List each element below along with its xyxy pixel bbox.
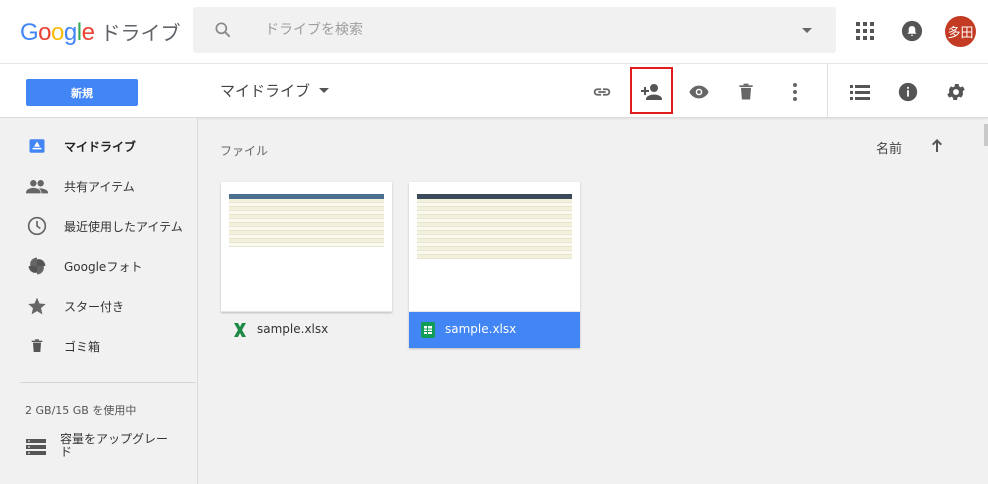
spreadsheet-preview	[229, 194, 384, 247]
google-sheets-icon	[421, 322, 435, 338]
top-header: Google ドライブ 多田	[0, 0, 988, 63]
google-drive-logo[interactable]: Google ドライブ	[20, 17, 180, 47]
search-input[interactable]	[265, 19, 765, 41]
sidebar-item-trash[interactable]: ゴミ箱	[0, 326, 198, 366]
storage-icon	[26, 438, 46, 460]
file-card[interactable]: sample.xlsx	[221, 182, 392, 348]
breadcrumb[interactable]: マイドライブ	[220, 80, 330, 101]
sidebar-item-label: 最近使用したアイテム	[64, 219, 183, 234]
toolbar-divider	[827, 64, 828, 117]
sidebar-item-label: 共有アイテム	[64, 179, 135, 194]
spreadsheet-preview	[417, 194, 572, 259]
upgrade-storage-link[interactable]: 容量をアップグレード	[0, 428, 198, 468]
excel-file-icon	[234, 323, 246, 337]
account-avatar[interactable]: 多田	[945, 16, 976, 47]
more-vert-icon[interactable]	[783, 80, 807, 104]
file-name: sample.xlsx	[445, 322, 517, 336]
sidebar-item-label: スター付き	[64, 299, 125, 314]
section-heading: ファイル	[220, 144, 269, 158]
list-view-icon[interactable]	[848, 80, 872, 104]
add-person-icon[interactable]	[639, 80, 663, 104]
logo-product-text: ドライブ	[100, 21, 181, 45]
search-icon[interactable]	[213, 20, 233, 40]
sidebar: マイドライブ 共有アイテム 最近使用したアイテム Googleフォト スター付き…	[0, 118, 198, 484]
sidebar-item-recent[interactable]: 最近使用したアイテム	[0, 206, 198, 246]
people-icon	[26, 175, 48, 197]
action-toolbar: 新規 マイドライブ	[0, 63, 988, 118]
sidebar-item-label: マイドライブ	[64, 139, 137, 154]
search-options-dropdown-icon[interactable]	[802, 28, 812, 33]
sidebar-item-shared[interactable]: 共有アイテム	[0, 166, 198, 206]
settings-icon[interactable]	[944, 80, 968, 104]
file-browser: ファイル 名前 sample.xlsx sample.xlsx	[199, 118, 988, 484]
scrollbar-thumb[interactable]	[984, 124, 988, 146]
sidebar-divider	[20, 382, 196, 383]
search-box[interactable]	[193, 7, 836, 53]
sidebar-item-google-photos[interactable]: Googleフォト	[0, 246, 198, 286]
file-thumbnail	[221, 182, 392, 312]
file-card-footer[interactable]: sample.xlsx	[409, 312, 580, 348]
file-thumbnail	[409, 182, 580, 312]
sidebar-item-my-drive[interactable]: マイドライブ	[0, 126, 198, 166]
storage-usage: 2 GB/15 GB を使用中	[25, 404, 137, 417]
info-icon[interactable]	[896, 80, 920, 104]
star-icon	[26, 295, 48, 317]
upgrade-storage-label: 容量をアップグレード	[60, 432, 169, 459]
new-button[interactable]: 新規	[26, 79, 138, 106]
notifications-bell-icon[interactable]	[901, 20, 923, 42]
file-card-footer[interactable]: sample.xlsx	[221, 312, 392, 348]
clock-icon	[26, 215, 48, 237]
link-icon[interactable]	[590, 80, 614, 104]
logo-google-text: Google	[20, 19, 95, 46]
trash-icon[interactable]	[734, 80, 758, 104]
breadcrumb-my-drive[interactable]: マイドライブ	[220, 80, 310, 101]
sidebar-item-label: Googleフォト	[64, 259, 143, 274]
sort-by-name[interactable]: 名前	[876, 138, 902, 157]
trash-icon	[26, 335, 48, 357]
eye-icon[interactable]	[687, 80, 711, 104]
sidebar-item-starred[interactable]: スター付き	[0, 286, 198, 326]
sort-direction-arrow-icon[interactable]	[929, 136, 945, 154]
file-card-selected[interactable]: sample.xlsx	[409, 182, 580, 348]
photos-icon	[26, 255, 48, 277]
file-name: sample.xlsx	[257, 322, 329, 336]
sidebar-item-label: ゴミ箱	[64, 339, 101, 354]
drive-icon	[26, 135, 48, 157]
breadcrumb-dropdown-icon[interactable]	[319, 88, 330, 93]
apps-grid-icon[interactable]	[856, 22, 874, 40]
